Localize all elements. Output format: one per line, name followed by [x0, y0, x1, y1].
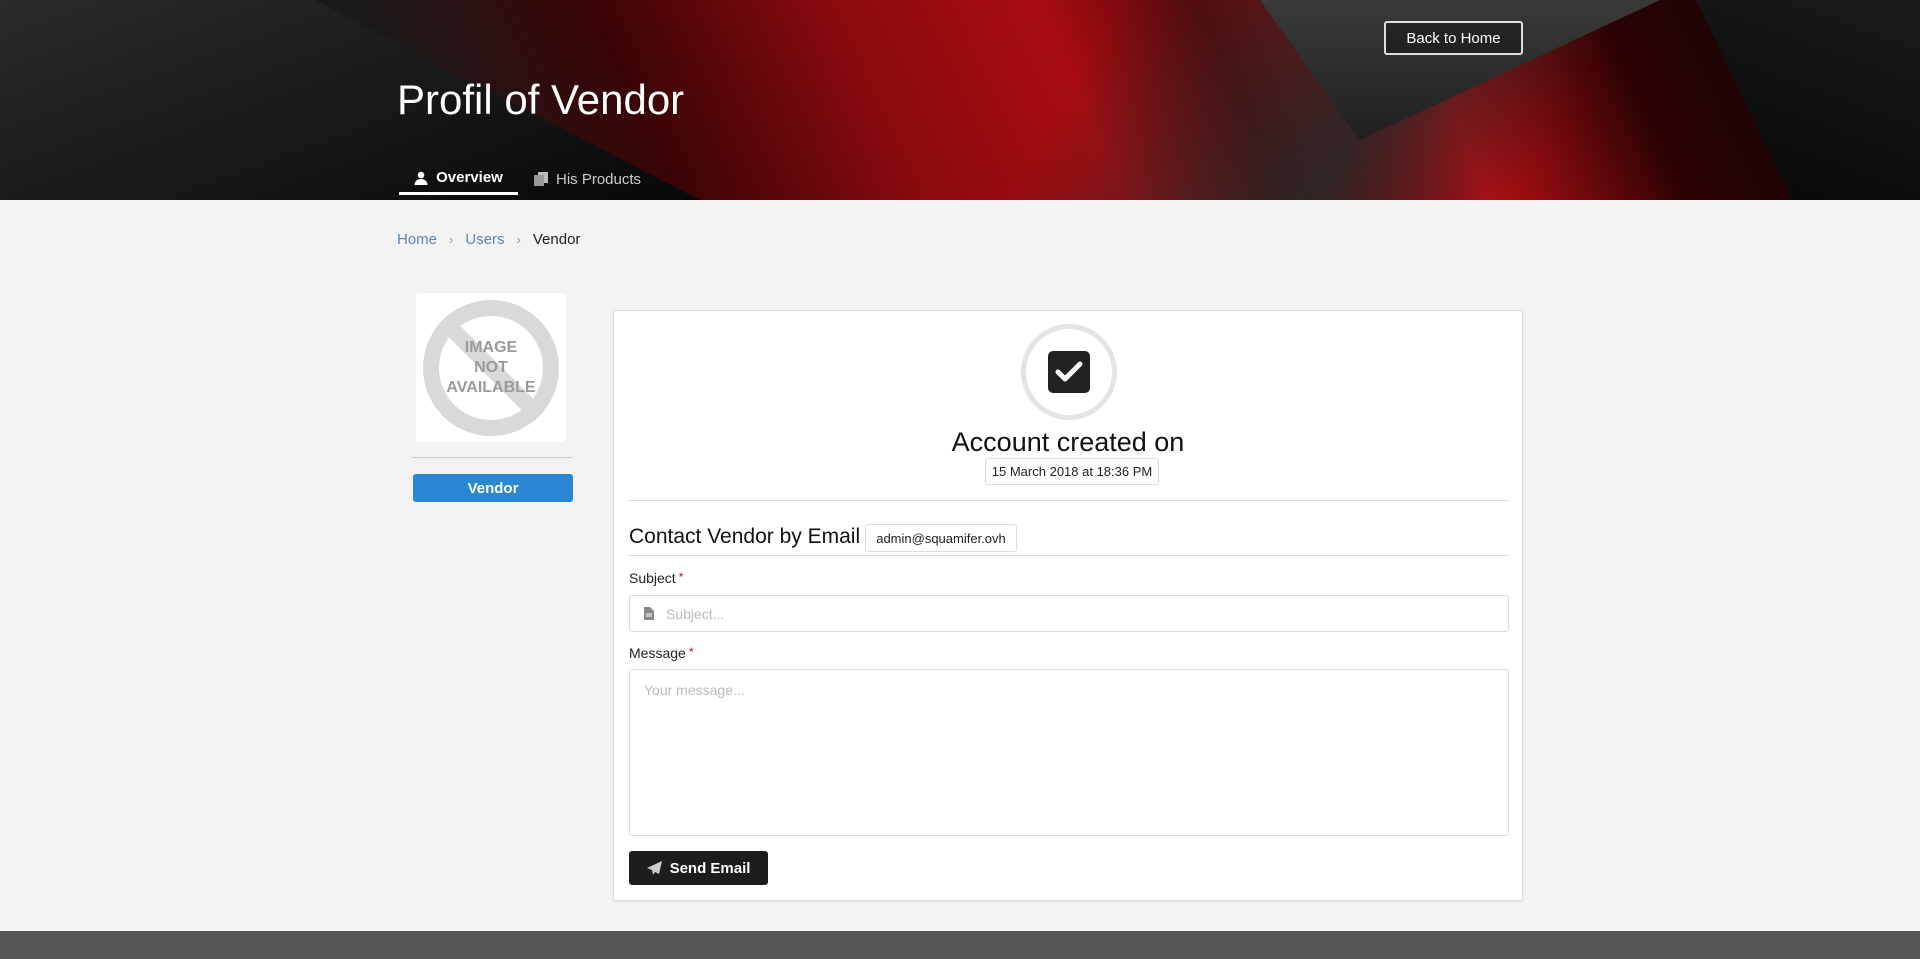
- breadcrumb-home[interactable]: Home: [397, 231, 437, 248]
- hero-banner: Profil of Vendor Back to Home Overview H…: [0, 0, 1920, 200]
- divider: [629, 555, 1509, 556]
- label-text: Message: [629, 645, 686, 661]
- breadcrumb-current: Vendor: [532, 231, 581, 248]
- tab-label: His Products: [556, 170, 642, 188]
- account-status-ring: [1021, 324, 1117, 420]
- tab-label: Overview: [436, 169, 503, 186]
- subject-input[interactable]: Subject...: [629, 595, 1509, 632]
- role-badge-button[interactable]: Vendor: [413, 474, 573, 502]
- checkbox-checked-icon: [1048, 351, 1090, 393]
- subject-placeholder: Subject...: [666, 605, 725, 622]
- copy-icon: [534, 172, 548, 186]
- page-title: Profil of Vendor: [397, 76, 685, 123]
- send-email-button[interactable]: Send Email: [629, 851, 768, 885]
- subject-label: Subject *: [629, 570, 683, 586]
- placeholder-text: NOT: [474, 358, 508, 376]
- button-label: Send Email: [669, 859, 751, 877]
- placeholder-text: IMAGE: [464, 338, 518, 356]
- breadcrumb: Home › Users › Vendor: [397, 231, 580, 248]
- message-label: Message *: [629, 645, 693, 661]
- chevron-right-icon: ›: [449, 232, 454, 247]
- message-placeholder: Your message...: [644, 682, 745, 698]
- paper-plane-icon: [646, 861, 662, 875]
- image-not-available-icon: IMAGE NOT AVAILABLE: [423, 299, 559, 436]
- required-mark: *: [688, 645, 694, 659]
- banner-shape: [1696, 0, 1920, 200]
- avatar: IMAGE NOT AVAILABLE: [416, 293, 566, 442]
- file-icon: [644, 607, 654, 620]
- label-text: Subject: [629, 570, 676, 586]
- required-mark: *: [678, 570, 684, 584]
- contact-heading: Contact Vendor by Email: [629, 525, 861, 548]
- placeholder-text: AVAILABLE: [446, 378, 536, 396]
- divider: [412, 457, 572, 458]
- profile-card: Account created on 15 March 2018 at 18:3…: [613, 310, 1523, 901]
- tab-his-products[interactable]: His Products: [534, 163, 641, 195]
- message-textarea[interactable]: Your message...: [629, 669, 1509, 836]
- breadcrumb-users[interactable]: Users: [465, 231, 504, 248]
- created-date-badge: 15 March 2018 at 18:36 PM: [985, 458, 1159, 485]
- chevron-right-icon: ›: [516, 232, 521, 247]
- footer: [0, 931, 1920, 959]
- back-to-home-button[interactable]: Back to Home: [1384, 21, 1523, 55]
- email-badge: admin@squamifer.ovh: [865, 524, 1017, 552]
- divider: [629, 500, 1509, 501]
- tab-overview[interactable]: Overview: [399, 163, 518, 195]
- account-created-label: Account created on: [951, 427, 1185, 457]
- user-icon: [414, 171, 428, 185]
